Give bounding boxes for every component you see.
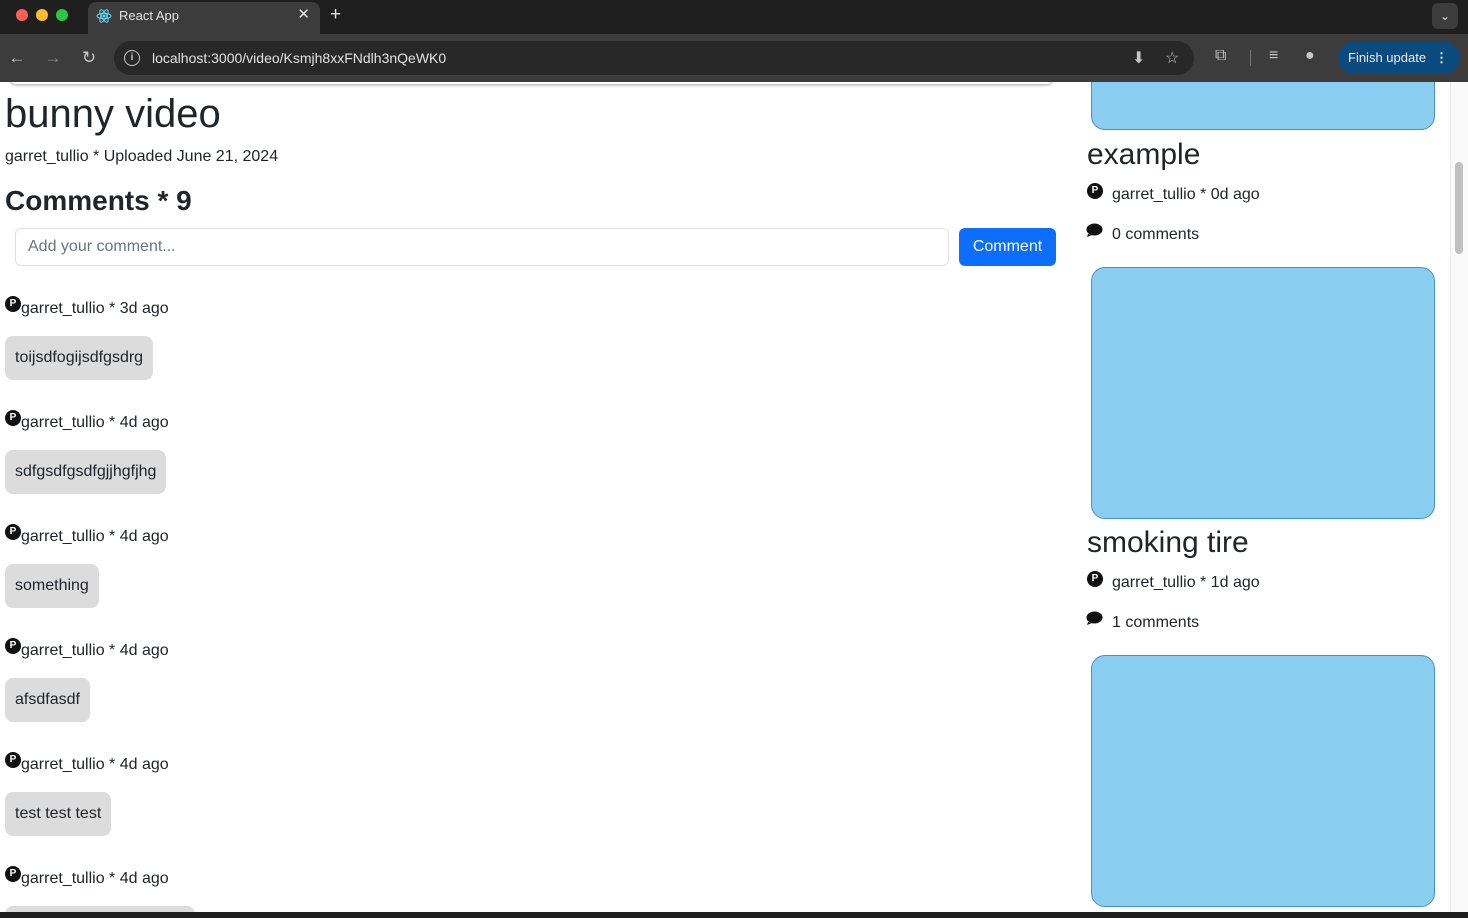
sidebar-video-title[interactable]: smoking tire [1087, 526, 1249, 560]
info-icon[interactable]: i [124, 50, 140, 66]
comment-text: something [5, 564, 99, 608]
comment-bubble-icon [1086, 611, 1103, 625]
avatar: P [5, 638, 21, 654]
avatar: P [5, 524, 21, 540]
star-icon[interactable]: ☆ [1165, 48, 1179, 68]
avatar: P [1087, 571, 1103, 587]
comment-author: garret_tullio * 4d ago [21, 528, 169, 545]
comment-author: garret_tullio * 4d ago [21, 756, 169, 773]
address-bar[interactable]: i localhost:3000/video/Ksmjh8xxFNdlh3nQe… [114, 41, 1194, 75]
extensions-icon[interactable]: ⧉ [1215, 47, 1226, 65]
avatar: P [1087, 183, 1103, 199]
avatar: P [5, 752, 21, 768]
reload-icon[interactable]: ↻ [77, 46, 101, 70]
chevron-down-icon[interactable]: ⌄ [1432, 3, 1458, 29]
finish-update-button[interactable]: Finish update ⋮ [1338, 42, 1460, 74]
sidebar-video-title[interactable]: example [1087, 138, 1200, 172]
comment-author: garret_tullio * 4d ago [21, 642, 169, 659]
back-icon[interactable]: ← [5, 46, 29, 70]
toolbar-divider [1250, 50, 1251, 66]
media-icon[interactable]: ≡ [1269, 47, 1278, 65]
tab-strip: React App ✕ + ⌄ [0, 0, 1468, 34]
comment-bubble-icon [1086, 223, 1103, 237]
react-icon [96, 9, 112, 23]
browser-toolbar: ← → ↻ i localhost:3000/video/Ksmjh8xxFNd… [0, 34, 1468, 82]
avatar: P [5, 296, 21, 312]
video-meta: garret_tullio * Uploaded June 21, 2024 [5, 148, 279, 165]
sidebar-video-comments: 0 comments [1112, 226, 1200, 243]
close-window-button[interactable] [16, 9, 28, 21]
comment-author: garret_tullio * 4d ago [21, 870, 169, 887]
plus-icon[interactable]: + [330, 4, 341, 26]
video-title: bunny video [5, 92, 221, 136]
sidebar-video-meta: garret_tullio * 0d ago [1112, 186, 1260, 203]
url-text[interactable]: localhost:3000/video/Ksmjh8xxFNdlh3nQeWK… [152, 50, 446, 66]
video-thumbnail[interactable] [1091, 267, 1435, 519]
browser-tab[interactable]: React App ✕ [88, 2, 320, 34]
sidebar-video-meta: garret_tullio * 1d ago [1112, 574, 1260, 591]
scrollbar[interactable] [1450, 82, 1468, 912]
finish-update-label: Finish update [1348, 50, 1427, 65]
profile-icon[interactable]: ● [1305, 47, 1315, 65]
maximize-window-button[interactable] [56, 9, 68, 21]
comment-author: garret_tullio * 3d ago [21, 300, 169, 317]
more-icon: ⋮ [1435, 50, 1448, 65]
comment-text: toijsdfogijsdfgsdrg [5, 336, 154, 380]
comment-text: test test test [5, 792, 112, 836]
avatar: P [5, 866, 21, 882]
video-player[interactable] [10, 82, 1053, 84]
avatar: P [5, 410, 21, 426]
install-icon[interactable]: ⬇ [1132, 48, 1145, 68]
comment-input[interactable] [15, 228, 949, 266]
video-thumbnail[interactable] [1091, 82, 1435, 130]
forward-icon[interactable]: → [41, 46, 65, 70]
close-icon[interactable]: ✕ [297, 7, 310, 23]
window-bottom-edge [0, 912, 1468, 918]
comment-submit-button[interactable]: Comment [959, 228, 1056, 266]
video-thumbnail[interactable] [1091, 655, 1435, 907]
minimize-window-button[interactable] [36, 9, 48, 21]
comment-author: garret_tullio * 4d ago [21, 414, 169, 431]
comment-text: afsdfasdf [5, 678, 90, 722]
sidebar-video-comments: 1 comments [1112, 614, 1200, 631]
tab-title: React App [119, 8, 179, 23]
comments-heading: Comments * 9 [5, 185, 192, 216]
comment-text: sdfgsdfgsdfgjjhgfjhg [5, 450, 167, 494]
scrollbar-thumb[interactable] [1455, 162, 1463, 254]
page-content: bunny video garret_tullio * Uploaded Jun… [0, 82, 1468, 912]
